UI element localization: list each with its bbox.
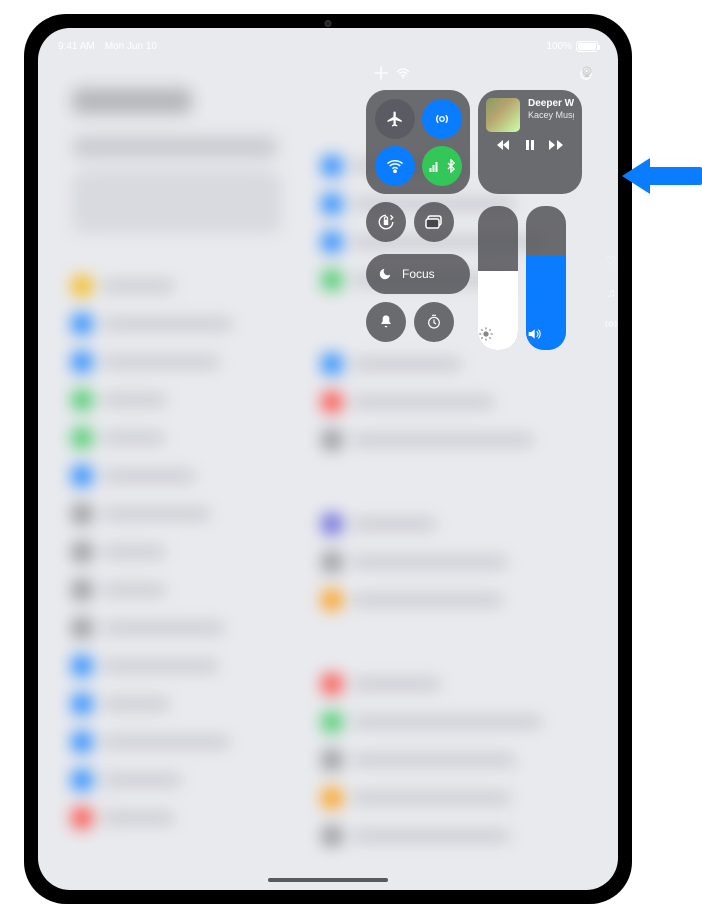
airdrop-toggle[interactable] <box>422 99 462 139</box>
control-center: Deeper Well Kacey Musgrave <box>366 60 600 350</box>
ipad-device-frame: 9:41 AM Mon Jun 10 100% <box>24 14 632 904</box>
airplay-icon[interactable] <box>580 66 594 78</box>
now-playing-tile[interactable]: Deeper Well Kacey Musgrave <box>478 90 582 194</box>
cast-shortcut-icon[interactable] <box>604 318 618 330</box>
airplane-mode-toggle[interactable] <box>375 99 415 139</box>
brightness-icon <box>478 326 518 342</box>
timer-button[interactable] <box>414 302 454 342</box>
brightness-slider[interactable] <box>478 206 518 350</box>
wifi-status-icon <box>396 68 410 79</box>
favorite-icon[interactable]: ♡ <box>606 254 617 268</box>
prev-track-button[interactable] <box>497 140 511 150</box>
battery-icon <box>576 41 598 52</box>
track-title: Deeper Well <box>528 98 574 110</box>
silent-mode-toggle[interactable] <box>366 302 406 342</box>
music-shortcut-icon[interactable]: ♫ <box>607 286 616 300</box>
home-indicator[interactable] <box>268 878 388 882</box>
volume-icon <box>526 326 566 342</box>
focus-label: Focus <box>402 267 435 281</box>
focus-button[interactable]: Focus <box>366 254 470 294</box>
volume-slider[interactable] <box>526 206 566 350</box>
front-camera <box>325 20 332 27</box>
status-time: 9:41 AM <box>58 41 95 52</box>
play-pause-button[interactable] <box>525 140 535 150</box>
add-control-icon[interactable] <box>372 64 390 82</box>
battery-indicator: 100% <box>546 41 598 52</box>
next-track-button[interactable] <box>549 140 563 150</box>
album-art <box>486 98 520 132</box>
battery-percent: 100% <box>546 41 572 52</box>
connectivity-group[interactable] <box>366 90 470 194</box>
track-artist: Kacey Musgrave <box>528 110 574 120</box>
screen-mirroring-button[interactable] <box>414 202 454 242</box>
rotation-lock-toggle[interactable] <box>366 202 406 242</box>
status-bar: 9:41 AM Mon Jun 10 100% <box>38 34 618 58</box>
control-center-side-shortcuts: ♡ ♫ <box>604 254 618 330</box>
status-date: Mon Jun 10 <box>105 41 157 52</box>
cellular-bluetooth-toggle[interactable] <box>422 146 462 186</box>
screen: 9:41 AM Mon Jun 10 100% <box>38 28 618 890</box>
wifi-toggle[interactable] <box>375 146 415 186</box>
callout-arrow <box>622 158 702 194</box>
